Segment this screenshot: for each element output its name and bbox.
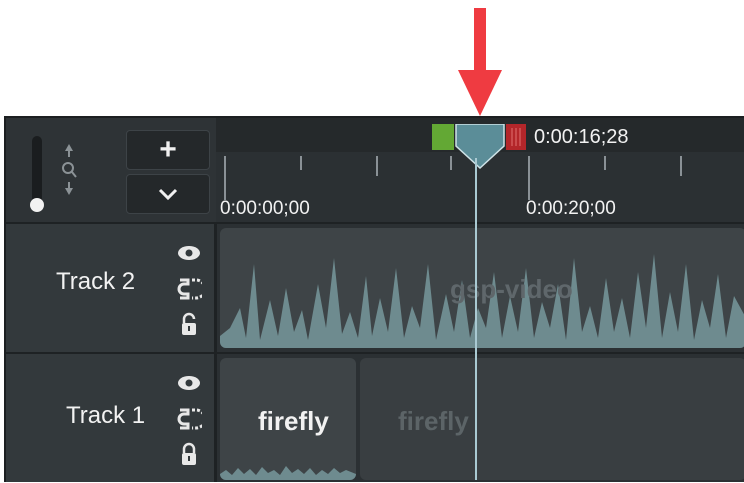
zoom-icon[interactable] — [58, 142, 80, 200]
clip[interactable]: firefly — [220, 358, 356, 480]
track-name: Track 1 — [66, 402, 146, 429]
playhead-handle[interactable] — [452, 124, 508, 170]
ruler-label-mid: 0:00:20;00 — [526, 198, 616, 219]
ruler-tick — [376, 156, 378, 176]
magnet-icon[interactable] — [176, 276, 202, 302]
track-row: Track 1 firefly firefly — [6, 352, 744, 482]
chevron-down-icon — [158, 188, 178, 201]
track-header: Track 1 — [6, 354, 217, 482]
magnet-icon[interactable] — [176, 406, 202, 432]
down-arrow-icon — [458, 8, 502, 116]
ruler-tick — [528, 156, 530, 200]
plus-icon: + — [159, 133, 177, 166]
ruler-tick — [300, 156, 302, 170]
playhead-time: 0:00:16;28 — [534, 126, 629, 148]
clip-label: firefly — [398, 406, 469, 436]
clip-label: gsp-video — [450, 274, 573, 304]
audio-waveform — [220, 466, 356, 480]
track-header: Track 2 — [6, 224, 217, 352]
out-point-handle[interactable] — [506, 124, 526, 150]
ruler-tick — [680, 156, 682, 176]
in-point-handle[interactable] — [432, 124, 454, 150]
track-options-button[interactable] — [126, 174, 210, 214]
lock-icon[interactable] — [176, 442, 202, 468]
clip-label: firefly — [258, 406, 329, 436]
eye-icon[interactable] — [176, 370, 202, 396]
ruler-label-start: 0:00:00;00 — [220, 198, 310, 219]
time-ruler[interactable]: 0:00:00;00 0:00:20;00 0:00:16;28 — [216, 118, 744, 222]
ruler-tick — [604, 156, 606, 170]
clip[interactable]: firefly — [360, 358, 744, 480]
ruler-tick — [224, 156, 226, 200]
clip[interactable]: gsp-video — [220, 228, 744, 348]
timeline-panel: + 0:00:00;00 0:00:20;00 0:00:16;28 Track… — [4, 116, 744, 482]
slider-knob[interactable] — [30, 198, 44, 212]
timeline-controls: + — [6, 118, 216, 222]
track-row: Track 2 gsp-video — [6, 222, 744, 352]
eye-icon[interactable] — [176, 240, 202, 266]
playhead-line[interactable] — [475, 158, 477, 480]
lock-icon[interactable] — [176, 312, 202, 338]
add-track-button[interactable]: + — [126, 130, 210, 170]
track-name: Track 2 — [56, 268, 136, 295]
